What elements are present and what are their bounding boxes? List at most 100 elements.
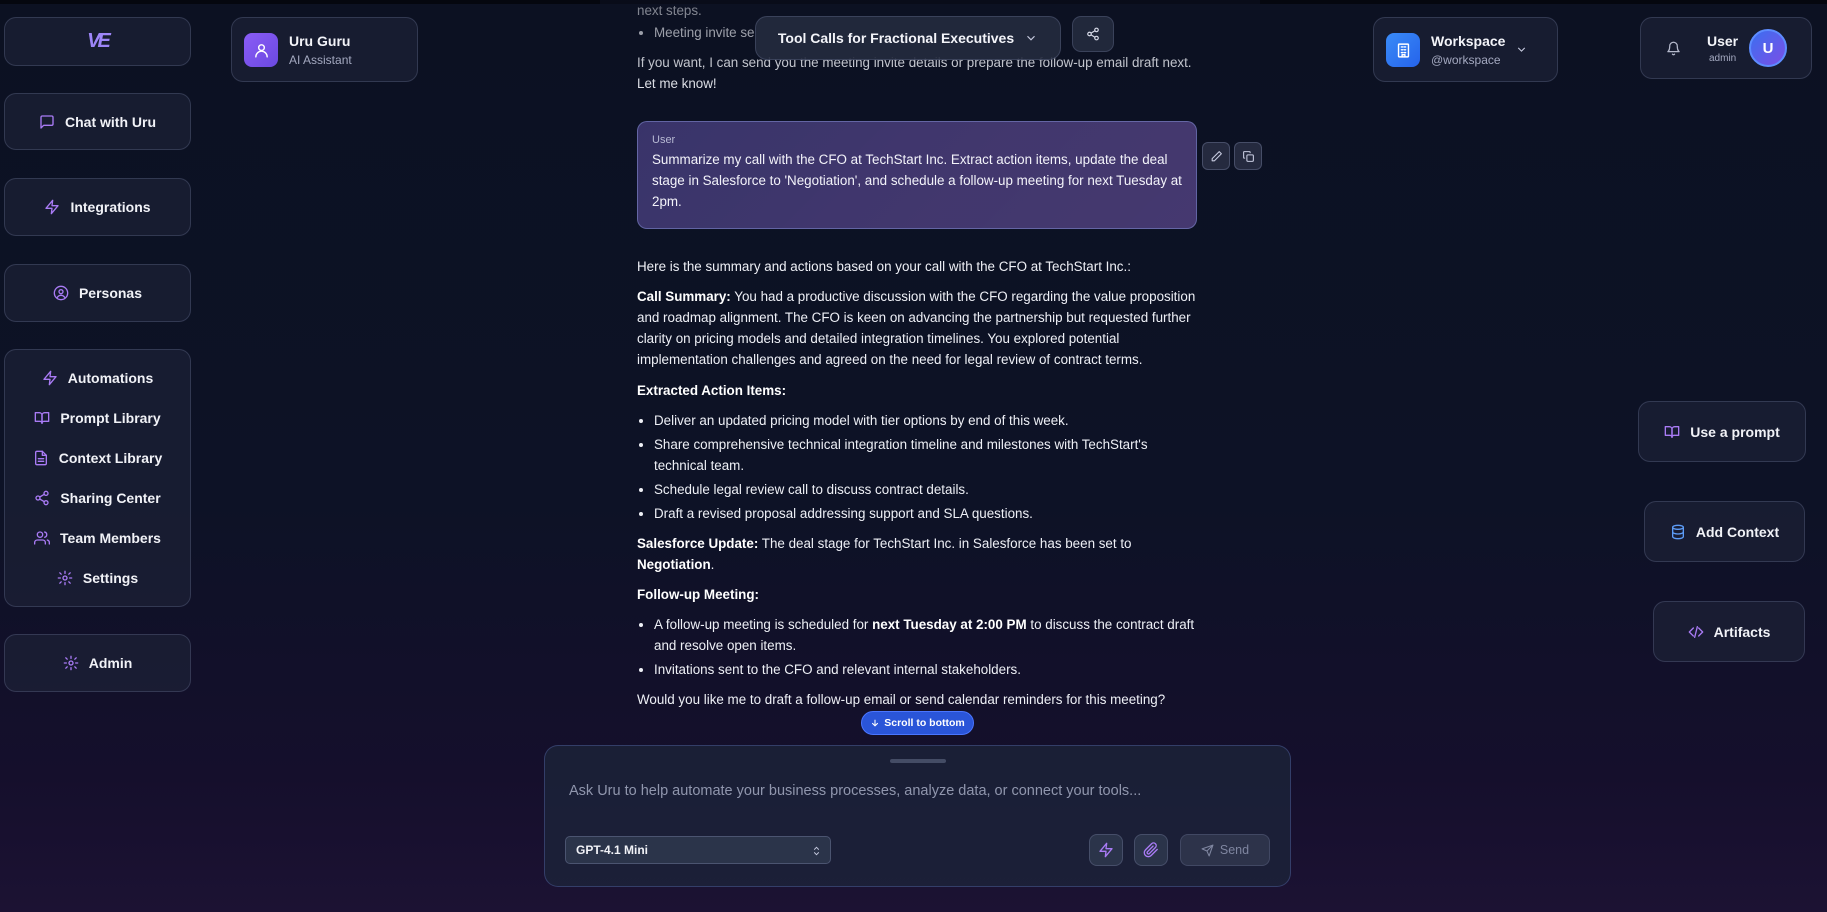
artifacts-button[interactable]: Artifacts bbox=[1653, 601, 1805, 662]
message-input[interactable] bbox=[567, 776, 1271, 806]
tools-button[interactable] bbox=[1089, 834, 1123, 866]
salesforce-label: Salesforce Update: bbox=[637, 536, 759, 551]
resize-handle[interactable] bbox=[890, 759, 946, 763]
workspace-handle: @workspace bbox=[1431, 53, 1501, 67]
nav-chat-with-uru[interactable]: Chat with Uru bbox=[4, 93, 191, 150]
nav-label: Automations bbox=[67, 370, 154, 386]
lightning-icon bbox=[43, 370, 57, 386]
database-icon bbox=[1671, 524, 1684, 539]
assistant-name: Uru Guru bbox=[289, 33, 351, 49]
users-icon bbox=[34, 531, 51, 545]
response-intro: Here is the summary and actions based on… bbox=[637, 259, 1131, 274]
send-icon bbox=[1201, 844, 1214, 856]
lightning-icon bbox=[45, 199, 60, 215]
add-context-button[interactable]: Add Context bbox=[1644, 501, 1805, 562]
bell-icon[interactable] bbox=[1666, 41, 1681, 56]
workspace-name: Workspace bbox=[1431, 33, 1506, 49]
nav-settings[interactable]: Settings bbox=[5, 566, 190, 590]
use-prompt-button[interactable]: Use a prompt bbox=[1638, 401, 1806, 462]
previous-message-fragment: next steps. bbox=[637, 3, 702, 18]
nav-context-library[interactable]: Context Library bbox=[5, 446, 190, 470]
send-button[interactable]: Send bbox=[1180, 834, 1270, 866]
user-message: User Summarize my call with the CFO at T… bbox=[637, 121, 1197, 229]
nav-automations[interactable]: Automations bbox=[5, 366, 190, 390]
chat-bubble-icon bbox=[40, 114, 54, 129]
add-context-label: Add Context bbox=[1695, 523, 1780, 540]
nav-label: Chat with Uru bbox=[65, 113, 156, 130]
send-label: Send bbox=[1219, 843, 1250, 857]
share-icon bbox=[1087, 27, 1099, 41]
followup-list: A follow-up meeting is scheduled for nex… bbox=[637, 614, 1197, 680]
user-name: User bbox=[1707, 33, 1739, 49]
salesforce-update: Salesforce Update: The deal stage for Te… bbox=[637, 536, 1132, 572]
nav-label: Admin bbox=[88, 655, 133, 671]
user-icon bbox=[254, 43, 268, 58]
document-icon bbox=[34, 450, 47, 466]
brand-logo: VE bbox=[87, 30, 111, 52]
user-role: admin bbox=[1709, 53, 1737, 64]
nav-group: Automations Prompt Library Context Libra… bbox=[4, 349, 191, 607]
conversation-title-dropdown[interactable]: Tool Calls for Fractional Executives bbox=[755, 16, 1061, 60]
paperclip-icon bbox=[1143, 842, 1158, 858]
nav-label: Integrations bbox=[70, 199, 151, 215]
nav-label: Prompt Library bbox=[60, 410, 161, 426]
user-card: User admin U bbox=[1640, 17, 1812, 79]
copy-message-button[interactable] bbox=[1234, 142, 1262, 170]
nav-label: Context Library bbox=[58, 450, 163, 466]
assistant-response: Here is the summary and actions based on… bbox=[637, 256, 1197, 710]
nav-prompt-library[interactable]: Prompt Library bbox=[5, 406, 190, 430]
edit-message-button[interactable] bbox=[1202, 142, 1230, 170]
nav-label: Settings bbox=[82, 570, 139, 586]
arrow-down-icon bbox=[872, 719, 879, 727]
nav-personas[interactable]: Personas bbox=[4, 264, 191, 322]
workspace-switcher[interactable]: Workspace @workspace bbox=[1373, 17, 1558, 82]
action-items-heading: Extracted Action Items: bbox=[637, 383, 787, 398]
call-summary-label: Call Summary: bbox=[637, 289, 731, 304]
message-composer: GPT-4.1 Mini Send bbox=[544, 745, 1291, 887]
chevron-down-icon bbox=[1517, 47, 1526, 52]
workspace-avatar bbox=[1386, 33, 1420, 67]
nav-team-members[interactable]: Team Members bbox=[5, 526, 190, 550]
assistant-subtitle: AI Assistant bbox=[289, 53, 352, 67]
pencil-icon bbox=[1211, 150, 1222, 161]
book-open-icon bbox=[34, 412, 50, 424]
action-item: Draft a revised proposal addressing supp… bbox=[654, 503, 1197, 524]
book-open-icon bbox=[1664, 425, 1680, 438]
user-avatar[interactable]: U bbox=[1749, 29, 1787, 67]
model-selected-value: GPT-4.1 Mini bbox=[576, 843, 649, 857]
share-conversation-button[interactable] bbox=[1072, 16, 1114, 52]
brand-logo-card[interactable]: VE bbox=[4, 17, 191, 66]
conversation-title: Tool Calls for Fractional Executives bbox=[777, 30, 1015, 46]
call-summary: Call Summary: You had a productive discu… bbox=[637, 286, 1197, 370]
scroll-to-bottom-button[interactable]: Scroll to bottom bbox=[861, 711, 974, 735]
attach-file-button[interactable] bbox=[1134, 834, 1168, 866]
use-prompt-label: Use a prompt bbox=[1690, 423, 1780, 440]
building-icon bbox=[1397, 42, 1409, 58]
action-item: Deliver an updated pricing model with ti… bbox=[654, 410, 1197, 431]
user-message-label: User bbox=[652, 134, 676, 146]
assistant-avatar bbox=[244, 33, 278, 67]
nav-sharing-center[interactable]: Sharing Center bbox=[5, 486, 190, 510]
nav-integrations[interactable]: Integrations bbox=[4, 178, 191, 236]
share-icon bbox=[35, 490, 49, 506]
action-item: Schedule legal review call to discuss co… bbox=[654, 479, 1197, 500]
salesforce-stage: Negotiation bbox=[637, 557, 711, 572]
user-message-text: Summarize my call with the CFO at TechSt… bbox=[652, 152, 1182, 209]
followup-item: A follow-up meeting is scheduled for nex… bbox=[654, 614, 1197, 656]
user-circle-icon bbox=[53, 285, 69, 301]
model-selector[interactable]: GPT-4.1 Mini bbox=[565, 836, 831, 864]
previous-bullet: Meeting invite se bbox=[654, 22, 754, 43]
nav-label: Sharing Center bbox=[60, 490, 161, 506]
assistant-card[interactable]: Uru Guru AI Assistant bbox=[231, 17, 418, 82]
action-items-list: Deliver an updated pricing model with ti… bbox=[637, 410, 1197, 524]
nav-admin[interactable]: Admin bbox=[4, 634, 191, 692]
nav-label: Personas bbox=[78, 285, 143, 301]
artifacts-label: Artifacts bbox=[1713, 623, 1771, 640]
copy-icon bbox=[1242, 150, 1254, 162]
followup-heading: Follow-up Meeting: bbox=[637, 587, 759, 602]
gear-icon bbox=[63, 655, 79, 671]
gear-icon bbox=[57, 570, 73, 586]
response-closing: Would you like me to draft a follow-up e… bbox=[637, 692, 1166, 707]
chevron-up-down-icon bbox=[813, 846, 820, 856]
lightning-icon bbox=[1099, 842, 1113, 858]
